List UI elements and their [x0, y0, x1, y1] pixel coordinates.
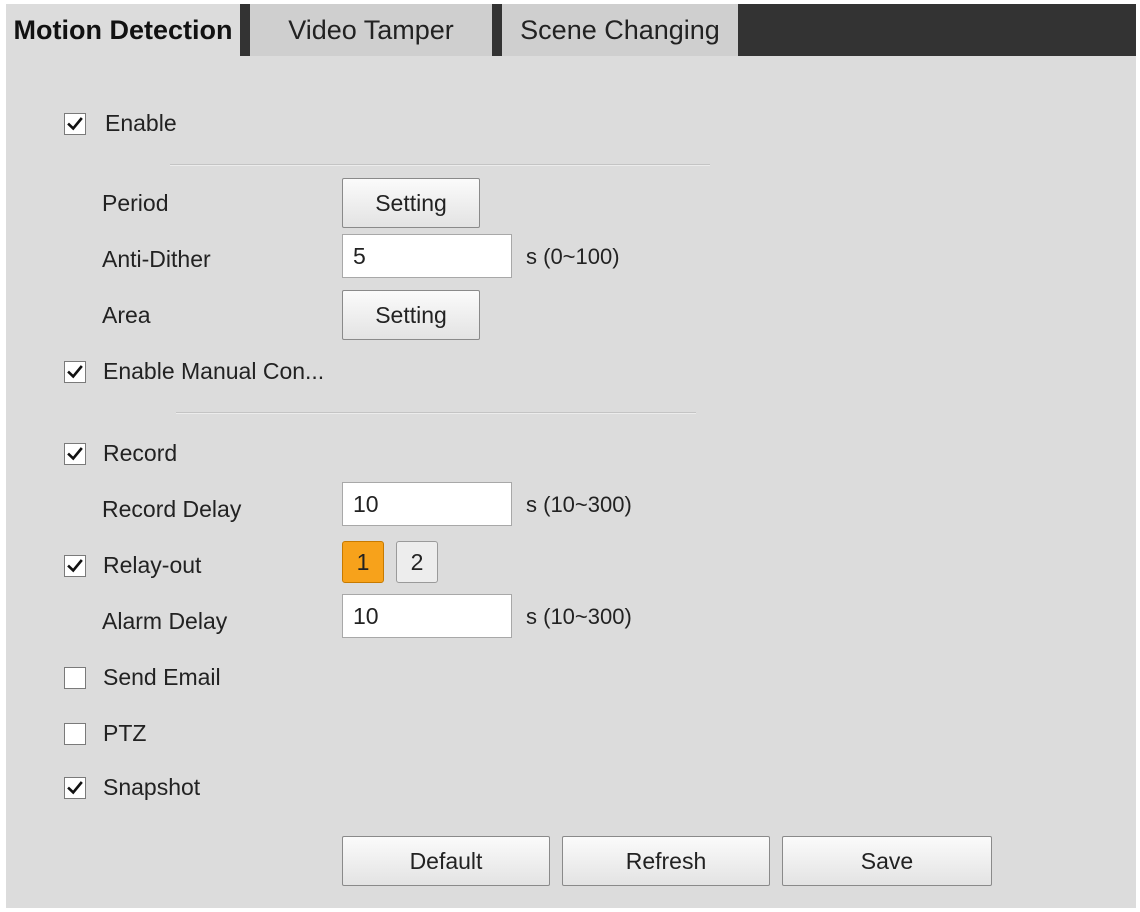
- manual-control-checkbox[interactable]: [64, 360, 86, 383]
- alarm-delay-input[interactable]: [342, 594, 512, 638]
- enable-checkbox[interactable]: [64, 112, 86, 135]
- ptz-label: PTZ: [103, 720, 147, 746]
- relay-channel-2-button[interactable]: 2: [396, 541, 438, 583]
- relay-out-row: Relay-out: [64, 552, 201, 579]
- tab-video-tamper[interactable]: Video Tamper: [250, 4, 492, 56]
- save-button[interactable]: Save: [782, 836, 992, 886]
- relay-out-label: Relay-out: [103, 552, 202, 578]
- enable-row: Enable: [64, 110, 177, 137]
- relay-channel-1-button[interactable]: 1: [342, 541, 384, 583]
- tab-motion-detection[interactable]: Motion Detection: [6, 4, 240, 56]
- manual-control-row: Enable Manual Con...: [64, 358, 324, 385]
- send-email-row: Send Email: [64, 664, 221, 691]
- snapshot-label: Snapshot: [103, 774, 201, 800]
- alarm-delay-label: Alarm Delay: [102, 608, 228, 634]
- ptz-row: PTZ: [64, 720, 146, 747]
- period-setting-button[interactable]: Setting: [342, 178, 480, 228]
- record-delay-label: Record Delay: [102, 496, 242, 522]
- ptz-checkbox[interactable]: [64, 722, 86, 745]
- period-label: Period: [102, 190, 169, 216]
- relay-out-checkbox[interactable]: [64, 554, 86, 577]
- anti-dither-unit: s (0~100): [526, 244, 620, 269]
- divider: [176, 412, 696, 414]
- snapshot-row: Snapshot: [64, 774, 200, 801]
- divider: [170, 164, 710, 166]
- send-email-checkbox[interactable]: [64, 666, 86, 689]
- motion-detection-panel: Motion Detection Video Tamper Scene Chan…: [6, 4, 1136, 908]
- checkmark-icon: [67, 780, 83, 794]
- refresh-button[interactable]: Refresh: [562, 836, 770, 886]
- tab-bar: Motion Detection Video Tamper Scene Chan…: [6, 4, 1136, 56]
- anti-dither-label: Anti-Dither: [102, 246, 211, 272]
- checkmark-icon: [67, 446, 83, 460]
- tab-scene-changing[interactable]: Scene Changing: [502, 4, 738, 56]
- record-row: Record: [64, 440, 177, 467]
- checkmark-icon: [67, 558, 83, 572]
- default-button[interactable]: Default: [342, 836, 550, 886]
- snapshot-checkbox[interactable]: [64, 776, 86, 799]
- record-checkbox[interactable]: [64, 442, 86, 465]
- record-label: Record: [103, 440, 178, 466]
- record-delay-input[interactable]: [342, 482, 512, 526]
- anti-dither-input[interactable]: [342, 234, 512, 278]
- area-setting-button[interactable]: Setting: [342, 290, 480, 340]
- manual-control-label: Enable Manual Con...: [103, 358, 325, 384]
- area-label: Area: [102, 302, 151, 328]
- checkmark-icon: [67, 364, 83, 378]
- record-delay-unit: s (10~300): [526, 492, 632, 517]
- enable-label: Enable: [105, 110, 177, 136]
- alarm-delay-unit: s (10~300): [526, 604, 632, 629]
- send-email-label: Send Email: [103, 664, 221, 690]
- checkmark-icon: [67, 116, 83, 130]
